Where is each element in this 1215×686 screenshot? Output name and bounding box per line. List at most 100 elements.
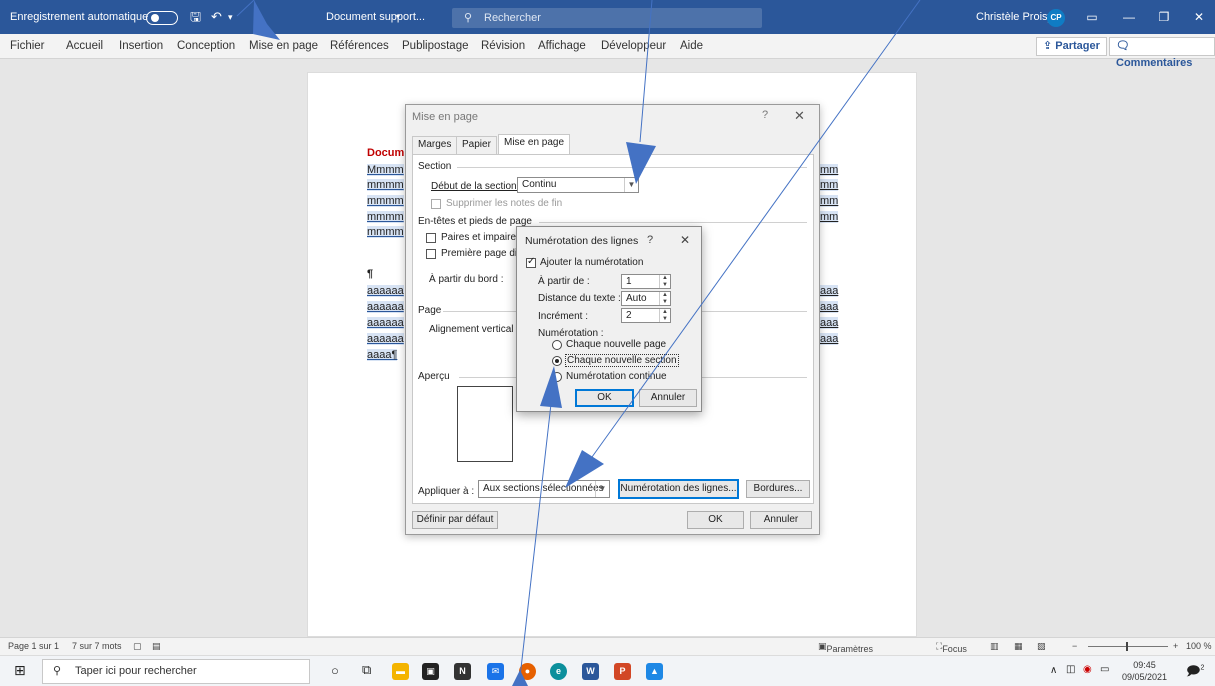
print-layout-icon[interactable]: ▦ bbox=[1014, 641, 1023, 652]
restart-page-radio[interactable] bbox=[552, 340, 562, 350]
start-at-label: À partir de : bbox=[538, 276, 590, 287]
tab-revision[interactable]: Révision bbox=[481, 34, 525, 59]
tab-affichage[interactable]: Affichage bbox=[538, 34, 586, 59]
restart-section-radio[interactable] bbox=[552, 356, 562, 366]
spinner-arrows-icon[interactable]: ▲ ▼ bbox=[659, 292, 670, 305]
chevron-down-icon[interactable]: ▾ bbox=[396, 0, 400, 34]
line-numbers-button[interactable]: Numérotation des lignes... bbox=[618, 479, 739, 499]
continuous-label: Numérotation continue bbox=[566, 371, 667, 382]
add-numbering-checkbox[interactable] bbox=[526, 256, 536, 268]
user-name[interactable]: Christèle Proisy bbox=[976, 0, 1053, 34]
distance-spinner[interactable]: Auto ▲ ▼ bbox=[621, 291, 671, 306]
taskbar-search[interactable]: ⚲ Taper ici pour rechercher bbox=[42, 659, 310, 684]
share-button[interactable]: ⇪ Partager bbox=[1036, 37, 1107, 56]
macro-icon[interactable]: ▤ bbox=[152, 641, 161, 652]
file-explorer-icon[interactable]: ▬ bbox=[392, 663, 409, 680]
doc-line-end: aaa bbox=[820, 301, 839, 313]
firefox-icon[interactable]: ● bbox=[519, 663, 536, 680]
tab-developpeur[interactable]: Développeur bbox=[601, 34, 666, 59]
focus-mode[interactable]: ⛶ Focus bbox=[936, 641, 967, 654]
suppress-endnotes-checkbox[interactable] bbox=[431, 199, 441, 209]
tab-publipostage[interactable]: Publipostage bbox=[402, 34, 469, 59]
tab-mise-en-page[interactable]: Mise en page bbox=[498, 134, 571, 155]
doc-line: mmmm bbox=[367, 226, 404, 238]
cancel-button[interactable]: Annuler bbox=[639, 389, 697, 407]
divider bbox=[457, 167, 807, 168]
read-mode-icon[interactable]: ▥ bbox=[990, 641, 999, 652]
web-layout-icon[interactable]: ▧ bbox=[1037, 641, 1046, 652]
display-settings[interactable]: ▣ Paramètres d'affichage bbox=[818, 641, 873, 664]
powerpoint-icon[interactable]: P bbox=[614, 663, 631, 680]
continuous-radio[interactable] bbox=[552, 372, 562, 382]
save-icon[interactable]: 🖫 bbox=[190, 0, 201, 34]
mail-icon[interactable]: ✉ bbox=[487, 663, 504, 680]
word-count[interactable]: 7 sur 7 mots bbox=[72, 641, 122, 651]
task-view-icon[interactable]: ⧉ bbox=[362, 662, 371, 678]
tab-references[interactable]: Références bbox=[330, 34, 389, 59]
word-icon[interactable]: W bbox=[582, 663, 599, 680]
minimize-icon[interactable]: — bbox=[1113, 0, 1145, 34]
tab-insertion[interactable]: Insertion bbox=[119, 34, 163, 59]
help-icon[interactable]: ? bbox=[762, 109, 768, 121]
security-icon[interactable]: ◉ bbox=[1083, 664, 1092, 675]
avatar[interactable]: CP bbox=[1047, 9, 1065, 27]
tab-conception[interactable]: Conception bbox=[177, 34, 235, 59]
distance-label: Distance du texte : bbox=[538, 293, 621, 304]
ribbon-display-icon[interactable]: ▭ bbox=[1076, 0, 1108, 34]
first-page-checkbox[interactable] bbox=[426, 249, 436, 259]
tab-papier[interactable]: Papier bbox=[456, 136, 497, 154]
spinner-arrows-icon[interactable]: ▲ ▼ bbox=[659, 309, 670, 322]
comments-button[interactable]: 🗨 Commentaires bbox=[1109, 37, 1215, 69]
undo-icon[interactable]: ↶ bbox=[211, 0, 222, 34]
odd-even-checkbox[interactable] bbox=[426, 233, 436, 243]
maximize-icon[interactable]: ❐ bbox=[1148, 0, 1180, 34]
share-label: Partager bbox=[1055, 40, 1100, 52]
zoom-in-icon[interactable]: + bbox=[1173, 641, 1178, 651]
close-icon[interactable]: ✕ bbox=[1183, 0, 1215, 34]
store-icon[interactable]: ▣ bbox=[422, 663, 439, 680]
tab-aide[interactable]: Aide bbox=[680, 34, 703, 59]
close-icon[interactable]: ✕ bbox=[680, 233, 690, 247]
cortana-icon[interactable]: ○ bbox=[331, 663, 339, 678]
autosave-toggle[interactable] bbox=[146, 11, 178, 25]
increment-spinner[interactable]: 2 ▲ ▼ bbox=[621, 308, 671, 323]
undo-dropdown-icon[interactable]: ▾ bbox=[228, 0, 233, 34]
zoom-level[interactable]: 100 % bbox=[1186, 641, 1212, 651]
zoom-out-icon[interactable]: − bbox=[1072, 641, 1077, 651]
section-start-label: Début de la section : bbox=[431, 181, 523, 192]
doc-line-end: aaa bbox=[820, 333, 839, 345]
battery-icon[interactable]: ▭ bbox=[1100, 664, 1109, 675]
close-icon[interactable]: ✕ bbox=[794, 108, 805, 124]
headers-group-label: En-têtes et pieds de page bbox=[418, 216, 532, 227]
network-icon[interactable]: ◫ bbox=[1066, 664, 1075, 675]
ok-button[interactable]: OK bbox=[575, 389, 634, 407]
tab-accueil[interactable]: Accueil bbox=[66, 34, 103, 59]
page-count[interactable]: Page 1 sur 1 bbox=[8, 641, 59, 651]
edge-icon[interactable]: e bbox=[550, 663, 567, 680]
notion-icon[interactable]: N bbox=[454, 663, 471, 680]
clock[interactable]: 09:45 09/05/2021 bbox=[1122, 659, 1167, 683]
chevron-down-icon: ▼ bbox=[624, 178, 638, 192]
section-start-select[interactable]: Continu ▼ bbox=[517, 177, 639, 193]
windows-start-icon[interactable]: ⊞ bbox=[14, 662, 26, 679]
tab-marges[interactable]: Marges bbox=[412, 136, 458, 154]
set-default-button[interactable]: Définir par défaut bbox=[412, 511, 498, 529]
search-box[interactable]: ⚲ Rechercher bbox=[452, 8, 762, 28]
cancel-button[interactable]: Annuler bbox=[750, 511, 812, 529]
proofing-icon[interactable]: ▢ bbox=[133, 641, 142, 652]
tab-mise-en-page[interactable]: Mise en page bbox=[249, 34, 318, 59]
doc-line-end: mm bbox=[820, 179, 839, 191]
ok-button[interactable]: OK bbox=[687, 511, 744, 529]
help-icon[interactable]: ? bbox=[647, 234, 653, 246]
photos-icon[interactable]: ▲ bbox=[646, 663, 663, 680]
notifications-icon[interactable]: 🗩2 bbox=[1186, 662, 1204, 684]
apply-to-select[interactable]: Aux sections sélectionnées ▼ bbox=[478, 480, 610, 498]
zoom-slider[interactable] bbox=[1088, 642, 1168, 651]
borders-button[interactable]: Bordures... bbox=[746, 480, 810, 498]
tab-fichier[interactable]: Fichier bbox=[10, 34, 45, 59]
document-title[interactable]: Document support... bbox=[326, 0, 425, 34]
start-at-spinner[interactable]: 1 ▲ ▼ bbox=[621, 274, 671, 289]
doc-line: aaaaaa bbox=[367, 285, 404, 297]
spinner-arrows-icon[interactable]: ▲ ▼ bbox=[659, 275, 670, 288]
chevron-up-icon[interactable]: ∧ bbox=[1050, 665, 1057, 676]
